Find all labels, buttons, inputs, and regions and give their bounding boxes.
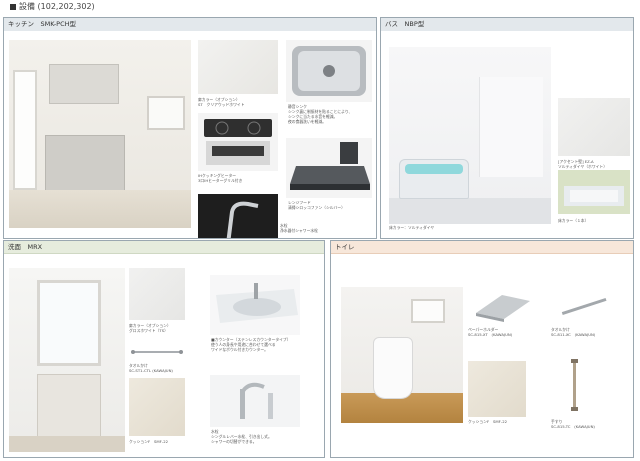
toilet-towel-photo: [551, 285, 617, 325]
towel-bar-photo: [129, 343, 185, 361]
kitchen-range-caption: IHクッキングヒーター 3口IHヒーターグリル付き: [198, 173, 243, 183]
towel-bar-icon: [131, 350, 183, 354]
wash-counter-photo: [210, 275, 300, 335]
toilet-photo: [341, 287, 463, 423]
kitchen-title: キッチン SMK-PCH型: [4, 18, 376, 31]
paper-holder-icon: [476, 295, 530, 322]
wash-faucet-photo: [210, 375, 300, 427]
kitchen-panel: キッチン SMK-PCH型 扉カラー（オプション） ST クリアウッドホワイト …: [3, 17, 377, 239]
wash-title: 洗面 MRX: [4, 241, 324, 254]
grab-bar-photo: [567, 357, 583, 413]
kitchen-range-photo: [198, 113, 278, 171]
kitchen-hood-photo: [286, 138, 372, 198]
kitchen-color-caption: 扉カラー（オプション） ST クリアウッドホワイト: [198, 97, 245, 107]
kitchen-photo: [9, 40, 191, 228]
grab-bar-icon: [571, 359, 578, 411]
kitchen-sink-photo: [286, 40, 372, 102]
wash-panel: 洗面 MRX 扉カラー（オプション） グロスホワイト（TS） タオルかけ SC-…: [3, 240, 325, 458]
toilet-floor-caption: クッションF SMF-22: [468, 419, 508, 424]
bath-floor-swatch: [558, 170, 630, 214]
bath-photo: [389, 47, 551, 224]
wash-faucet-caption: 水栓 シングルレバー水栓、引き出し式。 シャワーの切替ができる。: [211, 429, 272, 444]
bath-main-caption: 床カラー：ソルティダイヤ: [389, 225, 435, 230]
kitchen-faucet-caption: 水栓 浄水器付シャワー水栓: [280, 223, 318, 233]
wash-photo: [9, 268, 125, 452]
wash-counter-caption: ■カウンター（ステンレスカウンタータイプ） 使う人の身長や用途に合わせて選べる …: [211, 337, 291, 352]
bath-floor-caption: 床カラー（１本）: [558, 218, 589, 223]
sink-icon: [292, 46, 366, 96]
bath-wall-caption: [アクセント壁] EZ-A ソルティダイヤ（ホワイト）: [558, 159, 608, 169]
toilet-title: トイレ: [331, 241, 633, 254]
toilet-paper-caption: ペーパーホルダー SC-815-XT (KAWAJUN): [468, 327, 513, 337]
bath-mat-icon: [564, 186, 624, 206]
ih-range-icon: [204, 119, 272, 165]
wash-basin-icon: [216, 283, 298, 323]
toilet-panel: トイレ ペーパーホルダー SC-815-XT (KAWAJUN) タオルかけ S…: [330, 240, 634, 458]
towel-ring-icon: [561, 297, 607, 316]
wash-door-caption: 扉カラー（オプション） グロスホワイト（TS）: [129, 323, 171, 333]
bath-accent-wall-swatch: [558, 98, 630, 156]
wash-bar-caption: タオルかけ SC-ST1-CTL (KAWAJUN): [129, 363, 173, 373]
toilet-towel-caption: タオルかけ SC-811-XC (KAWAJUN): [551, 327, 596, 337]
bath-title: バス NBP型: [381, 18, 633, 31]
wash-door-color-swatch: [129, 268, 185, 320]
page-header: 設備 (102,202,302): [0, 0, 640, 14]
kitchen-door-color-swatch: [198, 40, 278, 94]
wash-cushion-swatch: [129, 378, 185, 436]
paper-holder-photo: [468, 287, 534, 323]
faucet-icon: [198, 194, 278, 238]
bath-panel: バス NBP型 床カラー：ソルティダイヤ [アクセント壁] EZ-A ソルティダ…: [380, 17, 634, 239]
kitchen-faucet-photo: [198, 194, 278, 238]
bullet-square: [10, 4, 16, 10]
wash-cushion-caption: クッションF SMF-22: [129, 439, 169, 444]
page-title: 設備 (102,202,302): [19, 2, 95, 11]
toilet-grab-caption: 手すり SC-815-TC (KAWAJUN): [551, 419, 595, 429]
faucet-icon-2: [240, 382, 273, 419]
range-hood-icon: [290, 142, 370, 190]
kitchen-hood-caption: レンジフード 清掃シロッコファン（シルバー）: [288, 200, 345, 210]
kitchen-sink-caption: 静音シンク シンク裏に制振材を貼ることにより、 シンクに当たる水音を軽減。 夜の…: [288, 104, 353, 124]
toilet-floor-swatch: [468, 361, 526, 417]
